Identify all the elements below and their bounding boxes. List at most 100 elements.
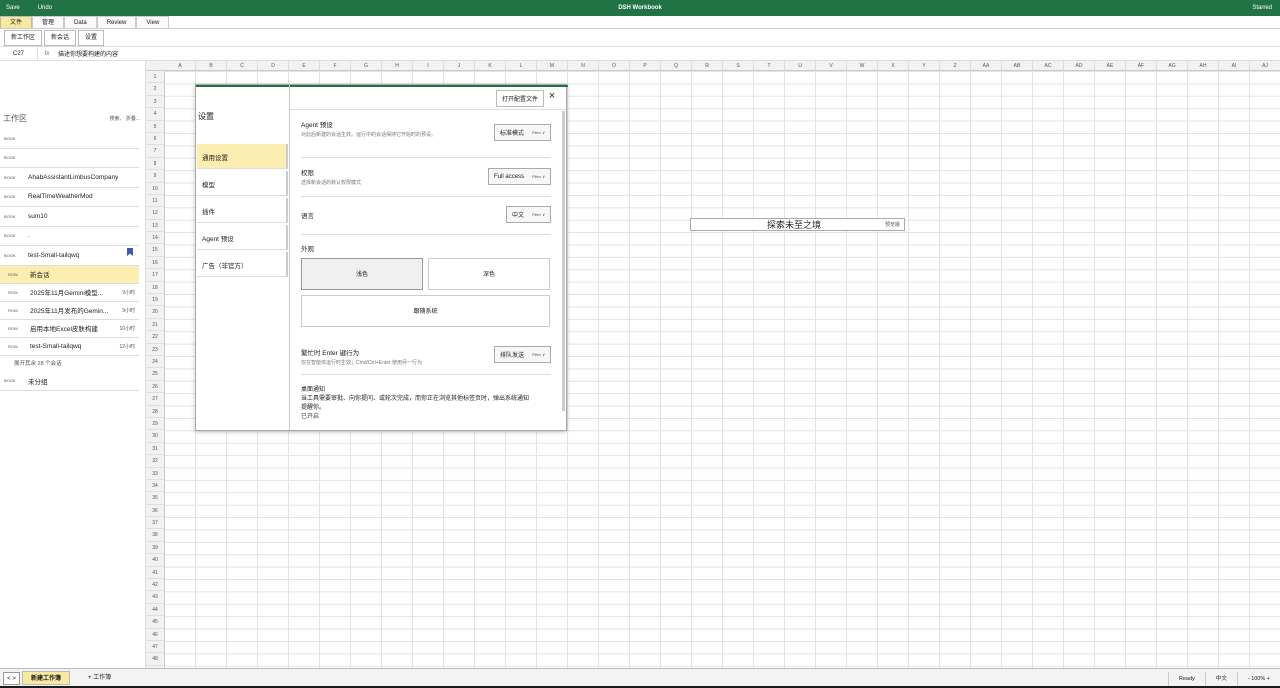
row-header[interactable]: 5	[146, 121, 164, 133]
row-header[interactable]: 38	[146, 529, 164, 542]
row-header[interactable]: 17	[146, 269, 164, 282]
row-header[interactable]: 19	[146, 294, 164, 307]
column-header[interactable]: Q	[661, 61, 692, 70]
column-header[interactable]: E	[289, 61, 320, 70]
new-workspace-button[interactable]: 新工作区	[4, 29, 43, 46]
column-header[interactable]: AA	[971, 61, 1002, 70]
column-header[interactable]: P	[630, 61, 661, 70]
column-header[interactable]: T	[754, 61, 785, 70]
row-header[interactable]: 12	[146, 207, 164, 220]
row-header[interactable]: 33	[146, 468, 164, 480]
enter-select[interactable]: 排队发送 Filter ∨	[494, 346, 551, 363]
add-sheet-button[interactable]: + 工作簿	[80, 671, 119, 685]
row-header[interactable]: 42	[146, 579, 164, 592]
list-item[interactable]: BOOK	[0, 149, 139, 168]
row-header[interactable]: 20	[146, 306, 164, 319]
session-item[interactable]: ROW test-Small-tailqwq 12小时	[0, 338, 139, 356]
session-item[interactable]: ROW 2025年11月发布的Gemin... 9小时	[0, 302, 139, 320]
column-header[interactable]: I	[413, 61, 444, 70]
row-header[interactable]: 4	[146, 108, 164, 121]
row-header[interactable]: 47	[146, 641, 164, 654]
nav-plugins[interactable]: 插件	[197, 198, 288, 223]
session-item[interactable]: ROW 2025年11月Gemini模型... 9小时	[0, 284, 139, 302]
list-item[interactable]: BOOK sum10	[0, 207, 139, 227]
tab-manage[interactable]: 管理	[32, 16, 65, 28]
row-header[interactable]: 25	[146, 368, 164, 381]
list-item[interactable]: BOOK.	[0, 227, 139, 246]
row-header[interactable]: 13	[146, 220, 164, 233]
column-header[interactable]: V	[816, 61, 847, 70]
row-header[interactable]: 7	[146, 145, 164, 158]
row-header[interactable]: 46	[146, 629, 164, 641]
row-header[interactable]: 2	[146, 83, 164, 96]
permission-select[interactable]: Full access Filter ∨	[488, 168, 551, 185]
zoom-control[interactable]: - 100% +	[1236, 672, 1280, 686]
row-header[interactable]: 23	[146, 344, 164, 356]
settings-button[interactable]: 设置	[78, 29, 105, 46]
save-button[interactable]: Save	[6, 5, 20, 11]
nav-model[interactable]: 模型	[197, 171, 288, 196]
dialog-scrollbar[interactable]	[562, 111, 565, 411]
column-header[interactable]: O	[599, 61, 630, 70]
row-header[interactable]: 27	[146, 393, 164, 406]
row-header[interactable]: 21	[146, 319, 164, 332]
row-header[interactable]: 43	[146, 591, 164, 604]
tab-review[interactable]: Review	[96, 16, 137, 28]
column-header[interactable]: AF	[1126, 61, 1157, 70]
expand-more-link[interactable]: 展开其余 28 个会话	[0, 356, 139, 372]
nav-agent-preset[interactable]: Agent 预设	[197, 225, 288, 250]
column-header[interactable]: G	[351, 61, 382, 70]
row-header[interactable]: 37	[146, 517, 164, 530]
row-header[interactable]: 3	[146, 96, 164, 109]
nav-ads[interactable]: 广告（非官方）	[197, 252, 288, 277]
column-header[interactable]: Y	[909, 61, 940, 70]
list-item[interactable]: BOOK AhabAssistantLimbusCompany	[0, 168, 139, 188]
list-item[interactable]: BOOK test-Small-tailqwq	[0, 246, 139, 266]
column-header[interactable]: S	[723, 61, 754, 70]
theme-light-option[interactable]: 浅色	[301, 258, 423, 290]
sheet-tab-active[interactable]: 新建工作簿	[22, 671, 71, 685]
row-header[interactable]: 41	[146, 567, 164, 580]
nav-general[interactable]: 通用设置	[197, 144, 288, 169]
ungrouped-item[interactable]: BOOK 未分组	[0, 372, 139, 391]
row-header[interactable]: 44	[146, 604, 164, 617]
row-header[interactable]: 10	[146, 183, 164, 195]
column-header[interactable]: F	[320, 61, 351, 70]
user-label[interactable]: Starred	[1252, 5, 1272, 11]
row-header[interactable]: 9	[146, 170, 164, 183]
sidebar-actions[interactable]: 搜索、 折叠...	[109, 115, 140, 122]
tab-view[interactable]: View	[136, 16, 170, 28]
column-header[interactable]: AG	[1157, 61, 1188, 70]
column-header[interactable]: AJ	[1250, 61, 1280, 70]
language-status[interactable]: 中文	[1204, 672, 1237, 686]
row-header[interactable]: 29	[146, 418, 164, 431]
column-header[interactable]: B	[196, 61, 227, 70]
row-header[interactable]: 45	[146, 616, 164, 629]
row-header[interactable]: 32	[146, 455, 164, 468]
row-header[interactable]: 26	[146, 381, 164, 394]
notify-state[interactable]: 已开启	[301, 411, 551, 420]
session-item[interactable]: ROW 新会话	[0, 265, 139, 284]
column-header[interactable]: Z	[940, 61, 971, 70]
column-header[interactable]: AE	[1095, 61, 1126, 70]
column-header[interactable]: D	[258, 61, 289, 70]
row-header[interactable]: 18	[146, 282, 164, 295]
column-header[interactable]: J	[444, 61, 475, 70]
column-header[interactable]: X	[878, 61, 909, 70]
column-header[interactable]: AB	[1002, 61, 1033, 70]
column-header[interactable]: AD	[1064, 61, 1095, 70]
row-header[interactable]: 35	[146, 492, 164, 505]
row-header[interactable]: 16	[146, 257, 164, 270]
row-header[interactable]: 36	[146, 505, 164, 518]
list-item[interactable]: BOOK RealTimeWeatherMod	[0, 188, 139, 207]
row-header[interactable]: 22	[146, 331, 164, 344]
row-header[interactable]: 1	[146, 71, 164, 84]
agent-preset-select[interactable]: 标准模式 Filter ∨	[494, 124, 551, 141]
bookmark-icon[interactable]	[127, 248, 133, 256]
column-header[interactable]: AC	[1033, 61, 1064, 70]
column-header[interactable]: AH	[1188, 61, 1219, 70]
tab-data[interactable]: Data	[64, 16, 97, 28]
column-header[interactable]: N	[568, 61, 599, 70]
column-header[interactable]: R	[692, 61, 723, 70]
sheet-nav-buttons[interactable]: < >	[3, 672, 20, 685]
